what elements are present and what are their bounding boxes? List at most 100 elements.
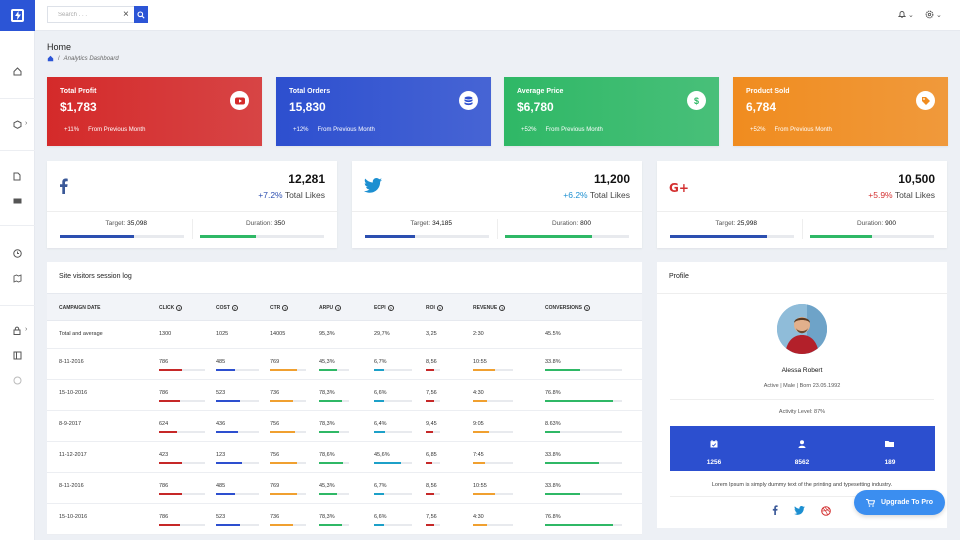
target-progress-fill <box>365 235 415 238</box>
table-cell: 14005 <box>270 331 286 337</box>
help-icon[interactable]: ? <box>499 305 506 311</box>
dribbble-icon[interactable] <box>821 506 831 518</box>
cell-progress-bar <box>473 462 513 464</box>
table-cell: 8,56 <box>426 483 437 489</box>
column-header[interactable]: ECPI? <box>374 305 394 311</box>
help-icon[interactable]: ? <box>282 305 289 311</box>
chevron-right-icon[interactable]: › <box>25 120 27 127</box>
likes-count: 12,281 <box>288 172 325 186</box>
facebook-icon[interactable] <box>59 178 68 199</box>
map-icon[interactable] <box>12 273 22 283</box>
home-icon[interactable] <box>12 66 22 76</box>
help-icon[interactable]: ? <box>176 305 183 311</box>
breadcrumb-current: Analytics Dashboard <box>63 55 119 62</box>
cell-progress-fill <box>545 400 613 402</box>
card-divider <box>47 211 337 212</box>
column-header[interactable]: CAMPAIGN DATE <box>59 305 100 311</box>
document-icon[interactable] <box>12 171 22 181</box>
cell-progress-bar <box>473 431 513 433</box>
user-icon <box>798 440 806 448</box>
stat-title: Total Profit <box>60 88 97 95</box>
table-row[interactable]: 15-10-2016 786 523 736 78,3% 6,6% 7,56 4:30 76.8… <box>47 380 642 411</box>
help-icon[interactable]: ? <box>231 305 238 311</box>
search-button[interactable] <box>134 6 148 23</box>
table-cell: 45,6% <box>374 452 390 458</box>
loader-icon[interactable] <box>12 375 22 385</box>
table-total-row[interactable]: Total and average 1300 1025 14005 95,3% 29,7%… <box>47 321 642 349</box>
table-row[interactable]: 8-9-2017 624 436 756 78,3% 6,4% 9,45 9:05 8.63% <box>47 411 642 442</box>
clock-icon[interactable] <box>12 248 22 258</box>
profile-stat-value: 189 <box>884 459 896 466</box>
cell-progress-fill <box>545 524 613 526</box>
settings-menu[interactable]: ⌄ <box>925 10 942 19</box>
youtube-icon <box>230 91 249 110</box>
likes-change: +7.2% Total Likes <box>258 190 325 200</box>
table-cell: 33.8% <box>545 359 561 365</box>
twitter-icon[interactable] <box>364 178 382 198</box>
profile-divider <box>670 399 934 400</box>
google-plus-icon[interactable]: G+ <box>669 179 689 197</box>
column-header[interactable]: CTR? <box>270 305 289 311</box>
search-input[interactable] <box>58 7 128 22</box>
upgrade-button[interactable]: Upgrade To Pro <box>854 490 945 515</box>
stat-footer: +11% From Previous Month <box>64 127 154 133</box>
table-row[interactable]: 15-10-2016 786 523 736 78,3% 6,6% 7,56 4:30 76.8… <box>47 504 642 535</box>
layout-icon[interactable] <box>12 350 22 360</box>
profile-meta: Active | Male | Born 23.05.1992 <box>763 383 841 389</box>
table-cell: 8,56 <box>426 359 437 365</box>
help-icon[interactable]: ? <box>583 305 590 311</box>
facebook-icon[interactable] <box>772 505 778 517</box>
column-header[interactable]: REVENUE? <box>473 305 506 311</box>
cell-progress-bar <box>270 462 306 464</box>
cell-progress-fill <box>545 462 599 464</box>
cell-progress-fill <box>374 400 384 402</box>
target-label: Target: 25,998 <box>657 220 757 227</box>
column-header[interactable]: ARPU? <box>319 305 342 311</box>
home-icon[interactable] <box>47 55 54 62</box>
table-row[interactable]: 11-12-2017 423 123 756 78,6% 45,6% 6,85 7:45 33.… <box>47 442 642 473</box>
target-progress-bar <box>60 235 184 238</box>
table-cell: 4:30 <box>473 390 484 396</box>
table-cell: 29,7% <box>374 331 390 337</box>
duration-value: 350 <box>274 220 285 227</box>
card-icon[interactable] <box>12 196 22 206</box>
notifications-menu[interactable]: ⌄ <box>898 10 914 19</box>
lock-icon[interactable] <box>12 325 22 335</box>
cell-progress-bar <box>545 493 622 495</box>
duration-label: Duration: 900 <box>802 220 896 227</box>
help-icon[interactable]: ? <box>436 305 443 311</box>
app-logo[interactable] <box>0 0 35 31</box>
stat-card-product-sold: Product Sold 6,784 +52% From Previous Mon… <box>733 77 948 146</box>
chevron-right-icon[interactable]: › <box>25 326 27 333</box>
table-row[interactable]: 8-11-2016 786 485 769 45,3% 6,7% 8,56 10:55 33.8… <box>47 473 642 504</box>
cube-icon[interactable] <box>12 119 22 129</box>
column-header[interactable]: ROI? <box>426 305 443 311</box>
table-row[interactable]: 8-11-2016 786 485 769 45,3% 6,7% 8,56 10:55 33.8… <box>47 349 642 380</box>
sidebar-divider <box>0 150 35 151</box>
table-cell: 436 <box>216 421 226 427</box>
table-cell: 3,25 <box>426 331 437 337</box>
column-header[interactable]: CONVERSIONS? <box>545 305 590 311</box>
cell-progress-fill <box>216 462 242 464</box>
card-divider <box>657 211 947 212</box>
twitter-icon[interactable] <box>794 506 805 517</box>
cell-progress-bar <box>159 369 205 371</box>
cell-progress-fill <box>216 493 236 495</box>
sidebar: › › <box>0 0 35 540</box>
help-icon[interactable]: ? <box>335 305 342 311</box>
table-cell: 624 <box>159 421 169 427</box>
avatar[interactable] <box>777 304 827 354</box>
cell-progress-bar <box>319 369 349 371</box>
stat-change: +12% <box>293 127 309 133</box>
column-header[interactable]: COST? <box>216 305 238 311</box>
cell-progress-bar <box>374 493 412 495</box>
column-header[interactable]: CLICK? <box>159 305 183 311</box>
clear-icon[interactable]: × <box>123 8 129 21</box>
cart-icon <box>866 498 875 507</box>
help-icon[interactable]: ? <box>387 305 394 311</box>
stat-note: From Previous Month <box>545 127 603 133</box>
cell-progress-bar <box>319 493 349 495</box>
stat-footer: +52% From Previous Month <box>521 127 612 133</box>
table-cell: 78,6% <box>319 452 335 458</box>
sidebar-divider <box>0 305 35 306</box>
